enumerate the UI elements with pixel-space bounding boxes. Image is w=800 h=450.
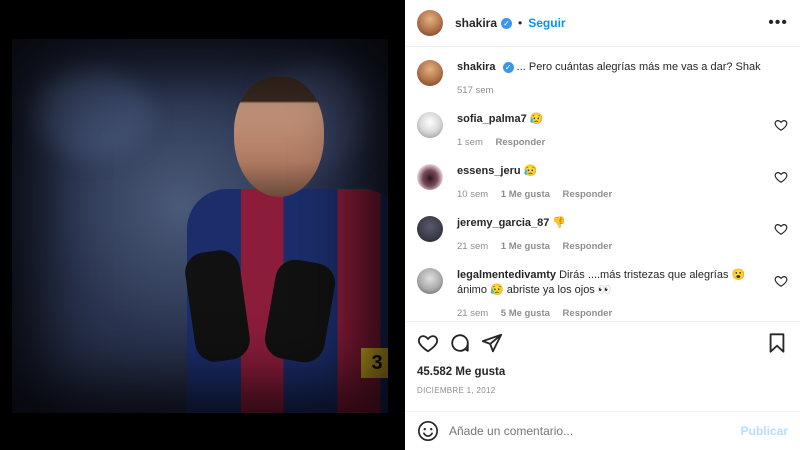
like-heart-icon[interactable] — [417, 332, 439, 354]
comment-meta: 21 sem 5 Me gusta Responder — [457, 306, 762, 321]
caption-username[interactable]: shakira — [457, 61, 496, 73]
comment-meta: 10 sem 1 Me gusta Responder — [457, 187, 762, 202]
add-comment-bar: Publicar — [405, 411, 800, 450]
list-item: jeremy_garcia_87 👎 21 sem 1 Me gusta Res… — [417, 216, 788, 254]
comment-time[interactable]: 21 sem — [457, 241, 488, 252]
heart-icon[interactable] — [774, 274, 788, 288]
comment-username[interactable]: legalmentedivamty — [457, 269, 556, 281]
comment-time[interactable]: 21 sem — [457, 308, 488, 319]
post-media: 3 — [0, 0, 405, 450]
comment-meta: 21 sem 1 Me gusta Responder — [457, 239, 762, 254]
comment-likes[interactable]: 1 Me gusta — [501, 241, 550, 252]
comment-meta: 1 sem Responder — [457, 135, 762, 150]
follow-button[interactable]: Seguir — [528, 16, 565, 30]
comment-body: sofia_palma7 😥 1 sem Responder — [457, 112, 788, 150]
comment-username[interactable]: sofia_palma7 — [457, 113, 527, 125]
caption-time[interactable]: 517 sem — [457, 85, 493, 96]
post-header: shakira ✓ • Seguir ••• — [405, 0, 800, 47]
list-item: legalmentedivamty Dirás ....más tristeza… — [417, 268, 788, 321]
comment-username[interactable]: essens_jeru — [457, 165, 521, 177]
avatar[interactable] — [417, 60, 443, 86]
publish-button[interactable]: Publicar — [741, 424, 788, 438]
caption-body: shakira ✓ ... Pero cuántas alegrías más … — [457, 60, 788, 98]
avatar[interactable] — [417, 216, 443, 242]
action-bar — [417, 322, 788, 364]
avatar[interactable] — [417, 10, 443, 36]
comment-time[interactable]: 10 sem — [457, 189, 488, 200]
comments-list[interactable]: shakira ✓ ... Pero cuántas alegrías más … — [405, 48, 800, 321]
comment-icon[interactable] — [449, 332, 471, 354]
share-icon[interactable] — [481, 332, 503, 354]
comment-likes[interactable]: 5 Me gusta — [501, 308, 550, 319]
comment-body: legalmentedivamty Dirás ....más tristeza… — [457, 268, 788, 321]
post-photo[interactable]: 3 — [12, 39, 388, 413]
emoji-icon[interactable] — [417, 420, 439, 442]
comment-body: essens_jeru 😥 10 sem 1 Me gusta Responde… — [457, 164, 788, 202]
verified-icon: ✓ — [502, 61, 514, 73]
comment-likes[interactable]: 1 Me gusta — [501, 189, 550, 200]
photo-vignette — [12, 39, 388, 413]
reply-button[interactable]: Responder — [563, 241, 613, 252]
list-item: sofia_palma7 😥 1 sem Responder — [417, 112, 788, 150]
separator-dot: • — [518, 16, 523, 30]
comment-text: 👎 — [552, 217, 567, 229]
avatar[interactable] — [417, 268, 443, 294]
reply-button[interactable]: Responder — [496, 137, 546, 148]
caption-text: ... Pero cuántas alegrías más me vas a d… — [516, 61, 761, 73]
reply-button[interactable]: Responder — [563, 308, 613, 319]
list-item: essens_jeru 😥 10 sem 1 Me gusta Responde… — [417, 164, 788, 202]
comment-username[interactable]: jeremy_garcia_87 — [457, 217, 549, 229]
heart-icon[interactable] — [774, 170, 788, 184]
likes-count[interactable]: 45.582 Me gusta — [417, 366, 788, 378]
comment-input[interactable] — [449, 424, 741, 438]
heart-icon[interactable] — [774, 118, 788, 132]
post-side-panel: shakira ✓ • Seguir ••• shakira ✓ ... Per… — [405, 0, 800, 450]
reply-button[interactable]: Responder — [563, 189, 613, 200]
comment-body: jeremy_garcia_87 👎 21 sem 1 Me gusta Res… — [457, 216, 788, 254]
avatar[interactable] — [417, 112, 443, 138]
post-date[interactable]: DICIEMBRE 1, 2012 — [417, 386, 788, 395]
comment-text: 😥 — [529, 113, 544, 125]
more-horizontal-icon[interactable]: ••• — [768, 14, 788, 32]
heart-icon[interactable] — [774, 222, 788, 236]
comment-time[interactable]: 1 sem — [457, 137, 483, 148]
bookmark-icon[interactable] — [766, 332, 788, 354]
header-username[interactable]: shakira — [455, 16, 497, 30]
caption: shakira ✓ ... Pero cuántas alegrías más … — [417, 60, 788, 98]
comment-text: 😥 — [523, 165, 538, 177]
verified-icon: ✓ — [501, 17, 513, 29]
avatar[interactable] — [417, 164, 443, 190]
post-footer: 45.582 Me gusta DICIEMBRE 1, 2012 — [405, 321, 800, 395]
caption-meta: 517 sem — [457, 83, 762, 98]
